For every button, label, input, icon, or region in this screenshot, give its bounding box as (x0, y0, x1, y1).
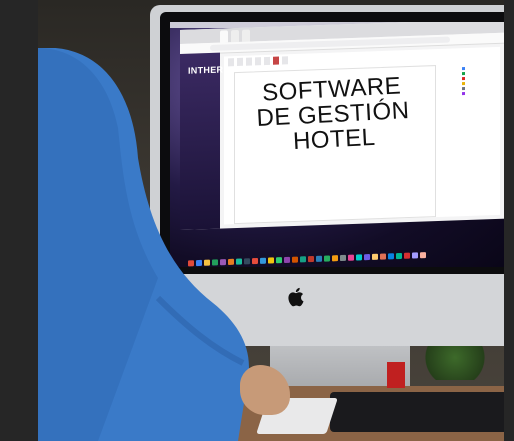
tablet (330, 392, 510, 432)
browser-tab[interactable] (220, 30, 228, 43)
nav-tab[interactable] (282, 56, 288, 65)
photo-frame: INTHER SOFTWARE DE GESTIÓN HOTEL (0, 0, 514, 441)
browser-tab[interactable] (231, 29, 239, 43)
apple-logo-icon (286, 285, 308, 309)
red-book (387, 362, 405, 388)
legend-item (462, 90, 496, 96)
right-border (504, 0, 514, 441)
browser-tab[interactable] (242, 29, 250, 42)
person-blue-sweater (38, 47, 268, 441)
nav-tab[interactable] (273, 56, 279, 65)
left-border (0, 0, 38, 441)
legend (462, 65, 496, 96)
